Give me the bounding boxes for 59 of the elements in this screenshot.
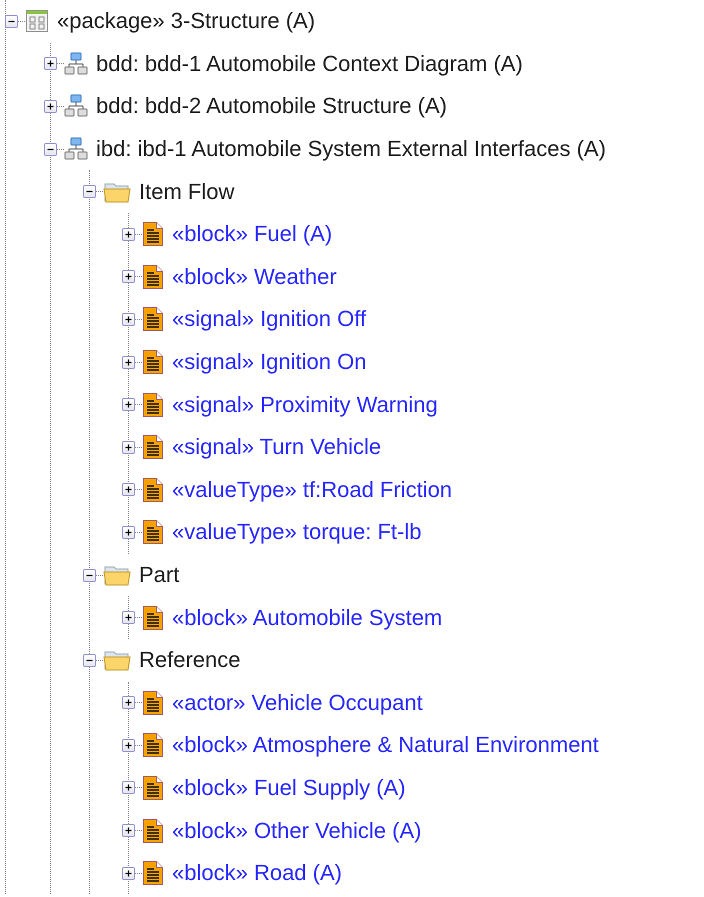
expand-toggle[interactable] [44,57,57,70]
expand-toggle[interactable] [122,526,135,539]
expand-toggle[interactable] [122,781,135,794]
hierarchy-diagram-icon [64,52,88,76]
document-icon [142,860,164,886]
document-icon [142,818,164,844]
tree-item-label[interactable]: «valueType» torque: Ft-lb [172,519,422,546]
document-icon [142,476,164,503]
expand-toggle[interactable] [122,696,135,710]
expand-toggle[interactable] [122,398,135,412]
expand-toggle[interactable] [44,100,57,113]
tree-item-label[interactable]: «block» Fuel (A) [172,221,332,248]
collapse-toggle[interactable] [83,185,96,198]
collapse-toggle[interactable] [83,654,96,667]
document-icon [142,264,164,290]
document-icon [142,221,164,248]
tree-item-label[interactable]: «signal» Ignition On [172,349,366,376]
collapse-toggle[interactable] [44,142,57,156]
document-icon [142,732,164,758]
document-icon [142,604,164,631]
tree-item-label[interactable]: «block» Other Vehicle (A) [172,818,422,844]
tree-item-label[interactable]: «valueType» tf:Road Friction [172,476,452,503]
tree-item-label[interactable]: «block» Fuel Supply (A) [172,774,406,801]
expand-toggle[interactable] [122,866,135,880]
tree-item-label[interactable]: «actor» Vehicle Occupant [172,690,423,716]
expand-toggle[interactable] [122,440,135,454]
tree-item-label[interactable]: «signal» Turn Vehicle [172,434,382,460]
tree-item-label[interactable]: «block» Road (A) [172,860,342,886]
document-icon [142,774,164,801]
expand-toggle[interactable] [122,228,135,241]
document-icon [142,392,164,418]
hierarchy-diagram-icon [64,137,88,162]
document-icon [142,349,164,376]
expand-toggle[interactable] [122,824,135,838]
tree-item-label[interactable]: «signal» Ignition Off [172,306,366,332]
document-icon [142,434,164,460]
collapse-toggle[interactable] [5,14,18,28]
tree-item-label[interactable]: Part [139,562,180,588]
expand-toggle[interactable] [122,738,135,752]
expand-toggle[interactable] [122,312,135,326]
tree-item-label[interactable]: bdd: bdd-1 Automobile Context Diagram (A) [96,50,523,77]
collapse-toggle[interactable] [83,568,96,582]
tree-item-label[interactable]: «block» Weather [172,264,337,290]
tree-item-label[interactable]: «block» Atmosphere & Natural Environment [172,732,599,758]
document-icon [142,690,164,716]
expand-toggle[interactable] [122,356,135,369]
document-icon [142,519,164,546]
expand-toggle[interactable] [122,611,135,624]
tree-item-label[interactable]: bdd: bdd-2 Automobile Structure (A) [96,93,447,120]
tree-item-label[interactable]: ibd: ibd-1 Automobile System External Interfaces (A) [96,136,606,162]
hierarchy-diagram-icon [64,94,88,118]
tree-item-label[interactable]: «block» Automobile System [172,604,442,631]
expand-toggle[interactable] [122,483,135,496]
document-icon [142,306,164,332]
tree-item-label[interactable]: «package» 3-Structure (A) [57,8,316,34]
tree-item-label[interactable]: Reference [139,647,241,674]
expand-toggle[interactable] [122,270,135,284]
tree-item-label[interactable]: Item Flow [139,178,234,205]
tree-item-label[interactable]: «signal» Proximity Warning [172,392,438,418]
